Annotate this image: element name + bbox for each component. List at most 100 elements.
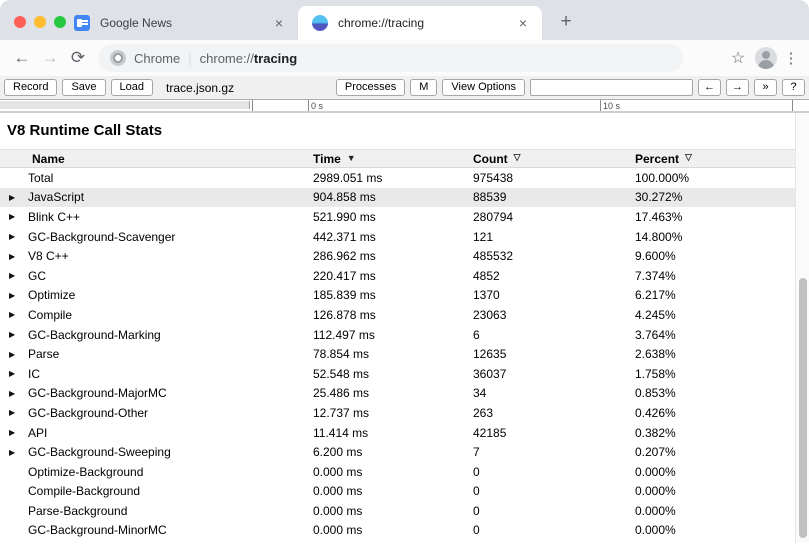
expand-arrow-icon[interactable]: ▶ <box>0 252 28 261</box>
expand-arrow-icon[interactable]: ▶ <box>0 212 28 221</box>
back-icon[interactable]: ← <box>8 44 36 72</box>
cell-count: 88539 <box>473 190 635 204</box>
cell-time: 78.854 ms <box>313 347 473 361</box>
ruler-tick <box>252 100 253 111</box>
bookmark-star-icon[interactable]: ☆ <box>725 48 751 68</box>
url-host: tracing <box>254 51 297 66</box>
cell-count: 7 <box>473 445 635 459</box>
table-row[interactable]: ▶GC220.417 ms48527.374% <box>0 266 795 286</box>
expand-arrow-icon[interactable]: ▶ <box>0 428 28 437</box>
table-row[interactable]: Optimize-Background0.000 ms00.000% <box>0 462 795 482</box>
fast-forward-button[interactable]: » <box>754 79 777 96</box>
tab-close-icon[interactable]: × <box>514 15 532 31</box>
expand-arrow-icon[interactable]: ▶ <box>0 448 28 457</box>
cell-percent: 4.245% <box>635 308 795 322</box>
find-next-button[interactable]: → <box>726 79 749 96</box>
tab-close-icon[interactable]: × <box>270 15 288 31</box>
tab-title: chrome://tracing <box>338 16 514 30</box>
table-row[interactable]: ▶GC-Background-MajorMC25.486 ms340.853% <box>0 384 795 404</box>
column-header-count[interactable]: Count ▽ <box>473 150 635 167</box>
site-label: Chrome <box>134 51 180 66</box>
expand-arrow-icon[interactable]: ▶ <box>0 310 28 319</box>
table-row[interactable]: ▶IC52.548 ms360371.758% <box>0 364 795 384</box>
expand-arrow-icon[interactable]: ▶ <box>0 408 28 417</box>
record-button[interactable]: Record <box>4 79 57 96</box>
expand-arrow-icon[interactable]: ▶ <box>0 291 28 300</box>
tab-chrome-tracing[interactable]: chrome://tracing × <box>298 6 542 40</box>
expand-arrow-icon[interactable]: ▶ <box>0 369 28 378</box>
tab-strip: Google News × chrome://tracing × + <box>0 0 809 40</box>
column-header-name[interactable]: Name <box>0 150 313 167</box>
trace-file-name: trace.json.gz <box>166 81 331 95</box>
find-previous-button[interactable]: ← <box>698 79 721 96</box>
timeline-track-header <box>0 101 250 109</box>
table-row[interactable]: ▶Compile126.878 ms230634.245% <box>0 305 795 325</box>
tracing-toolbar: Record Save Load trace.json.gz Processes… <box>0 76 809 100</box>
tracing-icon <box>312 15 328 31</box>
metrics-button[interactable]: M <box>410 79 437 96</box>
forward-icon[interactable]: → <box>36 44 64 72</box>
scrollbar-thumb[interactable] <box>799 278 807 538</box>
table-row[interactable]: ▶GC-Background-Sweeping6.200 ms70.207% <box>0 442 795 462</box>
table-row[interactable]: ▶Parse78.854 ms126352.638% <box>0 344 795 364</box>
cell-time: 0.000 ms <box>313 504 473 518</box>
tab-google-news[interactable]: Google News × <box>60 6 298 40</box>
row-name-label: Optimize-Background <box>28 465 143 479</box>
table-row[interactable]: ▶Optimize185.839 ms13706.217% <box>0 286 795 306</box>
minimize-window-button[interactable] <box>34 16 46 28</box>
menu-kebab-icon[interactable]: ⋮ <box>781 49 801 67</box>
table-row[interactable]: ▶GC-Background-Marking112.497 ms63.764% <box>0 325 795 345</box>
address-bar-actions: ☆ ⋮ <box>725 47 801 69</box>
cell-time: 25.486 ms <box>313 386 473 400</box>
cell-percent: 0.000% <box>635 523 795 537</box>
cell-time: 0.000 ms <box>313 465 473 479</box>
cell-count: 36037 <box>473 367 635 381</box>
chrome-logo-icon <box>110 50 126 66</box>
row-name-label: Parse <box>28 347 59 361</box>
expand-arrow-icon[interactable]: ▶ <box>0 350 28 359</box>
vertical-scrollbar[interactable] <box>795 113 809 543</box>
table-row[interactable]: ▶Blink C++521.990 ms28079417.463% <box>0 207 795 227</box>
row-name-label: IC <box>28 367 40 381</box>
table-row[interactable]: ▶GC-Background-Other12.737 ms2630.426% <box>0 403 795 423</box>
omnibox[interactable]: Chrome | chrome://tracing <box>98 44 683 72</box>
reload-icon[interactable]: ⟳ <box>64 44 92 72</box>
column-header-percent[interactable]: Percent ▽ <box>635 150 795 167</box>
save-button[interactable]: Save <box>62 79 105 96</box>
close-window-button[interactable] <box>14 16 26 28</box>
expand-arrow-icon[interactable]: ▶ <box>0 271 28 280</box>
table-row[interactable]: Compile-Background0.000 ms00.000% <box>0 482 795 502</box>
column-header-time[interactable]: Time ▼ <box>313 150 473 167</box>
table-row[interactable]: Parse-Background0.000 ms00.000% <box>0 501 795 521</box>
load-button[interactable]: Load <box>111 79 153 96</box>
cell-name: ▶GC-Background-Scavenger <box>0 230 313 244</box>
maximize-window-button[interactable] <box>54 16 66 28</box>
cell-percent: 30.272% <box>635 190 795 204</box>
expand-arrow-icon[interactable]: ▶ <box>0 193 28 202</box>
omnibox-separator: | <box>188 51 191 66</box>
cell-name: Compile-Background <box>0 484 313 498</box>
table-row[interactable]: ▶API11.414 ms421850.382% <box>0 423 795 443</box>
help-button[interactable]: ? <box>782 79 805 96</box>
expand-arrow-icon[interactable]: ▶ <box>0 389 28 398</box>
sort-desc-icon: ▼ <box>347 153 356 163</box>
cell-name: ▶Compile <box>0 308 313 322</box>
table-row[interactable]: Total2989.051 ms975438100.000% <box>0 168 795 188</box>
table-row[interactable]: GC-Background-MinorMC0.000 ms00.000% <box>0 521 795 541</box>
cell-count: 12635 <box>473 347 635 361</box>
row-name-label: GC-Background-MajorMC <box>28 386 167 400</box>
processes-button[interactable]: Processes <box>336 79 405 96</box>
view-options-button[interactable]: View Options <box>442 79 525 96</box>
new-tab-button[interactable]: + <box>552 8 580 36</box>
timeline-ruler[interactable]: 0 s 10 s <box>0 100 809 113</box>
cell-percent: 100.000% <box>635 171 795 185</box>
profile-avatar[interactable] <box>755 47 777 69</box>
table-row[interactable]: ▶JavaScript904.858 ms8853930.272% <box>0 188 795 208</box>
cell-count: 0 <box>473 465 635 479</box>
cell-name: ▶IC <box>0 367 313 381</box>
table-row[interactable]: ▶V8 C++286.962 ms4855329.600% <box>0 246 795 266</box>
find-input[interactable] <box>530 79 693 96</box>
expand-arrow-icon[interactable]: ▶ <box>0 232 28 241</box>
expand-arrow-icon[interactable]: ▶ <box>0 330 28 339</box>
table-row[interactable]: ▶GC-Background-Scavenger442.371 ms12114.… <box>0 227 795 247</box>
